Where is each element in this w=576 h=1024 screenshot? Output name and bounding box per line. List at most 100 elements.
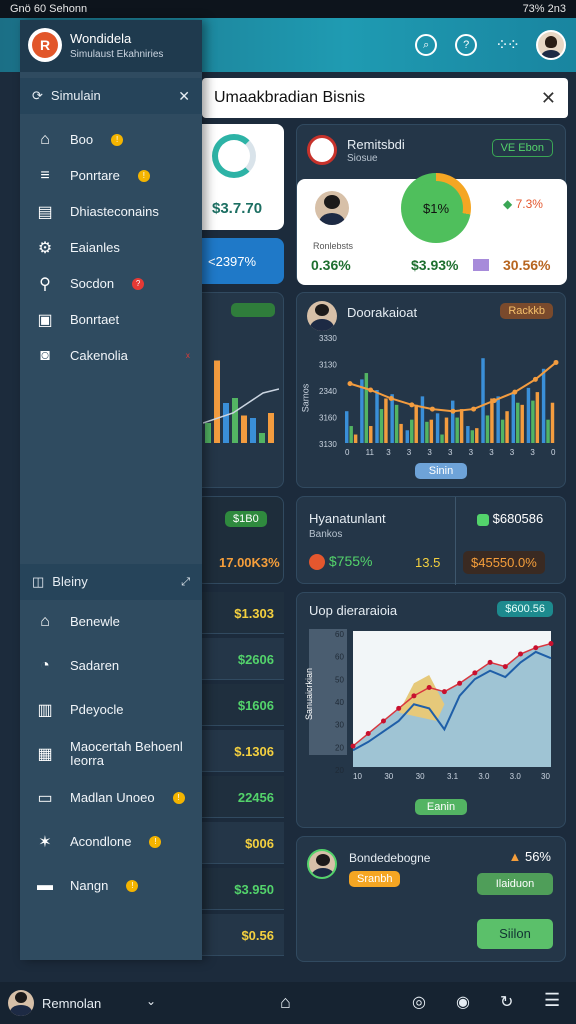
x-tick-label: 30 — [416, 772, 425, 781]
camera-nav-icon[interactable]: ◎ — [412, 992, 426, 1012]
toggle-icon[interactable] — [477, 513, 489, 526]
home-icon[interactable]: ⌂ — [280, 992, 291, 1013]
sidebar-item[interactable]: ▦ Maocertah Behoenl Ieorra — [20, 736, 202, 772]
bar — [541, 368, 546, 443]
help-icon[interactable]: ? — [455, 34, 478, 56]
grid-menu-icon[interactable]: ⁘⁘ — [495, 35, 520, 55]
header-actions: ⌕ ? ⁘⁘ — [415, 30, 566, 60]
series-point — [457, 680, 463, 686]
card4-button[interactable]: Eanin — [415, 799, 467, 815]
row-value: $006 — [245, 836, 274, 851]
sidebar-item[interactable]: ▥ Pdeyocle — [20, 692, 202, 728]
sidebar-item[interactable]: ⚙ Eaianles — [20, 230, 202, 266]
card4-pill[interactable]: $600.56 — [497, 601, 553, 617]
card4-ylabel: Sanuaicrkian — [304, 667, 315, 721]
card3-stat-left: $755% — [309, 553, 372, 571]
bar — [364, 373, 369, 443]
drawer-section-bottom[interactable]: ◫ Bleiny ⤢ — [20, 564, 202, 600]
search-icon[interactable]: ⌕ — [415, 34, 438, 56]
sidebar-item[interactable]: ⚲ Socdon? — [20, 266, 202, 302]
x-tick-label: 3 — [427, 448, 432, 457]
donut-icon — [212, 134, 256, 178]
bottom-avatar[interactable] — [8, 990, 34, 1016]
sidebar-item[interactable]: ✶ Acondlone! — [20, 824, 202, 860]
bottom-user[interactable]: Remnolan — [42, 996, 101, 1011]
status-left: Gnö 60 Sehonn — [10, 3, 88, 15]
sidebar-item[interactable]: ▭ Madlan Unoeo! — [20, 780, 202, 816]
table-row[interactable]: $2606 — [196, 638, 284, 680]
trend-point — [388, 395, 394, 401]
bar — [379, 409, 384, 443]
series-point — [502, 664, 508, 670]
bar — [550, 402, 555, 443]
menu-icon[interactable]: ☰ — [544, 990, 560, 1011]
x-tick-label: 3.1 — [447, 772, 459, 781]
table-row[interactable]: 22456 — [196, 776, 284, 818]
card3-stat-right[interactable]: $45550.0% — [463, 551, 545, 574]
table-row[interactable]: $0.56 — [196, 914, 284, 956]
close-icon[interactable]: ✕ — [541, 88, 556, 109]
bar — [232, 398, 238, 443]
tag-icon: ⌂ — [40, 131, 50, 148]
table-row[interactable]: $.1306 — [196, 730, 284, 772]
bar — [470, 430, 475, 443]
bar — [420, 396, 425, 443]
bar — [516, 402, 520, 443]
sidebar-item[interactable]: ⌂ Boo! — [20, 122, 202, 158]
sidebar-item[interactable]: ▬ Nangn! — [20, 868, 202, 904]
user-avatar[interactable] — [536, 30, 566, 60]
card5-button2[interactable]: Siilon — [477, 919, 553, 949]
bar — [414, 404, 418, 443]
sidebar-item[interactable]: ⌂ Benewle — [20, 604, 202, 640]
trend-point — [553, 359, 559, 365]
sidebar-item-label: Acondlone — [70, 834, 132, 849]
card1-stat1: 0.36% — [311, 257, 351, 273]
sidebar-item-label: Madlan Unoeo — [70, 790, 155, 805]
grid-icon: ▦ — [37, 746, 53, 763]
close-drawer-icon[interactable]: ✕ — [178, 88, 190, 105]
card5-pill[interactable]: Sranbh — [349, 871, 401, 887]
bar — [375, 390, 379, 443]
bar — [531, 400, 535, 443]
card1-status-pill[interactable]: VE Ebon — [491, 139, 553, 157]
table-row[interactable]: $1.303 — [196, 592, 284, 634]
bar — [241, 415, 247, 443]
drawer-section-top[interactable]: ⟳ Simulain ✕ — [20, 78, 202, 114]
x-tick-label: 30 — [384, 772, 393, 781]
row-value: $1.303 — [234, 606, 274, 621]
card2-pill[interactable]: Rackkb — [500, 303, 553, 319]
card1-donut: $1% — [401, 173, 471, 243]
sidebar-item[interactable]: ◔ Sadaren — [20, 648, 202, 684]
table-row[interactable]: $006 — [196, 822, 284, 864]
y-tick-label: 20 — [335, 766, 344, 775]
card5-button1[interactable]: Ilaiduon — [477, 873, 553, 895]
bar — [455, 417, 459, 443]
sidebar-item[interactable]: ◙ Cakenolia x — [20, 338, 202, 374]
card3-subtitle: Bankos — [309, 529, 343, 540]
left-blue-card: <2397% — [196, 238, 284, 284]
card3-title: Hyanatunlant — [309, 511, 386, 526]
area-chart-card: Uop dieraraioia $600.56 Sanuaicrkian 60 6… — [296, 592, 566, 828]
table-row[interactable]: $3.950 — [196, 868, 284, 910]
x-tick-label: 10 — [353, 772, 362, 781]
card2-button[interactable]: Sinin — [415, 463, 467, 479]
bar — [535, 392, 540, 443]
left-mid-value: 17.00K3% — [219, 555, 280, 570]
search-field[interactable]: Umaakbradian Bisnis ✕ — [202, 78, 568, 118]
bar — [369, 426, 373, 443]
notification-badge: ! — [126, 880, 139, 892]
sidebar-item[interactable]: ≡ Ponrtare! — [20, 158, 202, 194]
chevron-down-icon[interactable]: ⌄ — [146, 994, 156, 1008]
star-icon: ✶ — [38, 834, 52, 851]
sidebar-item[interactable]: ▤ Dhiasteconains — [20, 194, 202, 230]
sidebar-item[interactable]: ▣ Bonrtaet — [20, 302, 202, 338]
leaf-icon: ◆ — [503, 197, 513, 211]
sidebar-item-label: Maocertah Behoenl Ieorra — [70, 739, 183, 768]
expand-icon[interactable]: ⤢ — [181, 576, 190, 589]
sidebar-item-label: Socdon — [70, 276, 115, 291]
table-row[interactable]: $1606 — [196, 684, 284, 726]
bar — [250, 418, 256, 443]
refresh-nav-icon[interactable]: ↻ — [500, 992, 513, 1012]
search-input[interactable]: Umaakbradian Bisnis — [214, 89, 365, 107]
activity-icon[interactable]: ◉ — [456, 992, 470, 1012]
